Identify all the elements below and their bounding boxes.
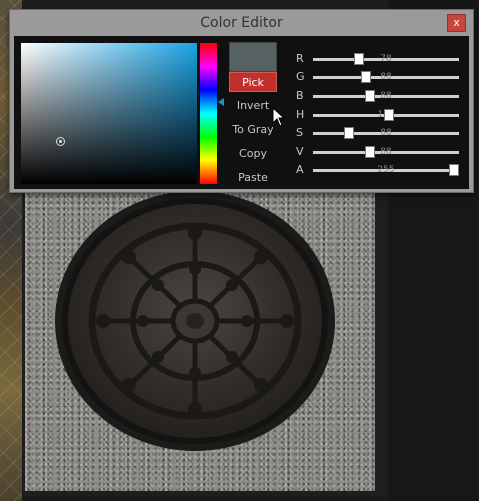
slider-s-thumb[interactable] bbox=[344, 127, 355, 139]
slider-s: S 88 bbox=[296, 126, 466, 140]
slider-b-label: B bbox=[296, 89, 304, 102]
slider-r-value: 78 bbox=[380, 54, 392, 64]
slider-g-label: G bbox=[296, 70, 305, 83]
slider-h-thumb[interactable] bbox=[383, 109, 394, 121]
app-window: Color Editor x Pick Invert To Gray Copy bbox=[0, 0, 479, 501]
current-color-swatch bbox=[229, 42, 277, 72]
slider-r: R 78 bbox=[296, 52, 466, 66]
to-gray-button-label: To Gray bbox=[232, 123, 274, 136]
mouse-cursor-icon bbox=[272, 107, 286, 127]
hue-slider[interactable] bbox=[200, 43, 217, 184]
slider-a-thumb[interactable] bbox=[449, 164, 459, 176]
manhole-photo bbox=[25, 193, 375, 491]
slider-r-thumb[interactable] bbox=[353, 53, 364, 65]
invert-button[interactable]: Invert bbox=[229, 96, 277, 116]
slider-g-thumb[interactable] bbox=[360, 71, 371, 83]
slider-s-label: S bbox=[296, 126, 303, 139]
saturation-value-picker[interactable] bbox=[21, 43, 197, 184]
slider-h-label: H bbox=[296, 108, 305, 121]
dialog-body: Pick Invert To Gray Copy Paste R 78 G 88… bbox=[14, 36, 469, 189]
slider-r-label: R bbox=[296, 52, 304, 65]
pick-button-label: Pick bbox=[242, 76, 264, 89]
close-button[interactable]: x bbox=[447, 14, 466, 32]
slider-a-value: 255 bbox=[377, 165, 395, 175]
slider-v-label: V bbox=[296, 145, 304, 158]
pick-button[interactable]: Pick bbox=[229, 72, 277, 92]
slider-h: H 180 bbox=[296, 108, 466, 122]
hue-arrow-icon[interactable] bbox=[218, 98, 224, 107]
copy-button-label: Copy bbox=[239, 147, 267, 160]
color-editor-dialog: Color Editor x Pick Invert To Gray Copy bbox=[9, 9, 474, 193]
invert-button-label: Invert bbox=[236, 99, 270, 112]
color-target-icon[interactable] bbox=[56, 137, 65, 146]
bottom-border bbox=[22, 496, 388, 501]
slider-v-thumb[interactable] bbox=[364, 146, 375, 158]
to-gray-button[interactable]: To Gray bbox=[229, 120, 277, 140]
slider-v: V 88 bbox=[296, 145, 466, 159]
slider-b-thumb[interactable] bbox=[364, 90, 375, 102]
slider-s-value: 88 bbox=[380, 128, 392, 138]
dialog-titlebar[interactable]: Color Editor x bbox=[10, 10, 473, 36]
slider-v-value: 88 bbox=[380, 147, 392, 157]
slider-b-value: 88 bbox=[380, 91, 392, 101]
slider-a: A 255 bbox=[296, 163, 466, 177]
slider-b: B 88 bbox=[296, 89, 466, 103]
slider-g-value: 88 bbox=[380, 72, 392, 82]
close-icon: x bbox=[453, 16, 460, 29]
copy-button[interactable]: Copy bbox=[229, 144, 277, 164]
slider-g: G 88 bbox=[296, 70, 466, 84]
dialog-title: Color Editor bbox=[200, 15, 283, 31]
slider-a-label: A bbox=[296, 163, 304, 176]
paste-button[interactable]: Paste bbox=[229, 168, 277, 188]
paste-button-label: Paste bbox=[238, 171, 268, 184]
